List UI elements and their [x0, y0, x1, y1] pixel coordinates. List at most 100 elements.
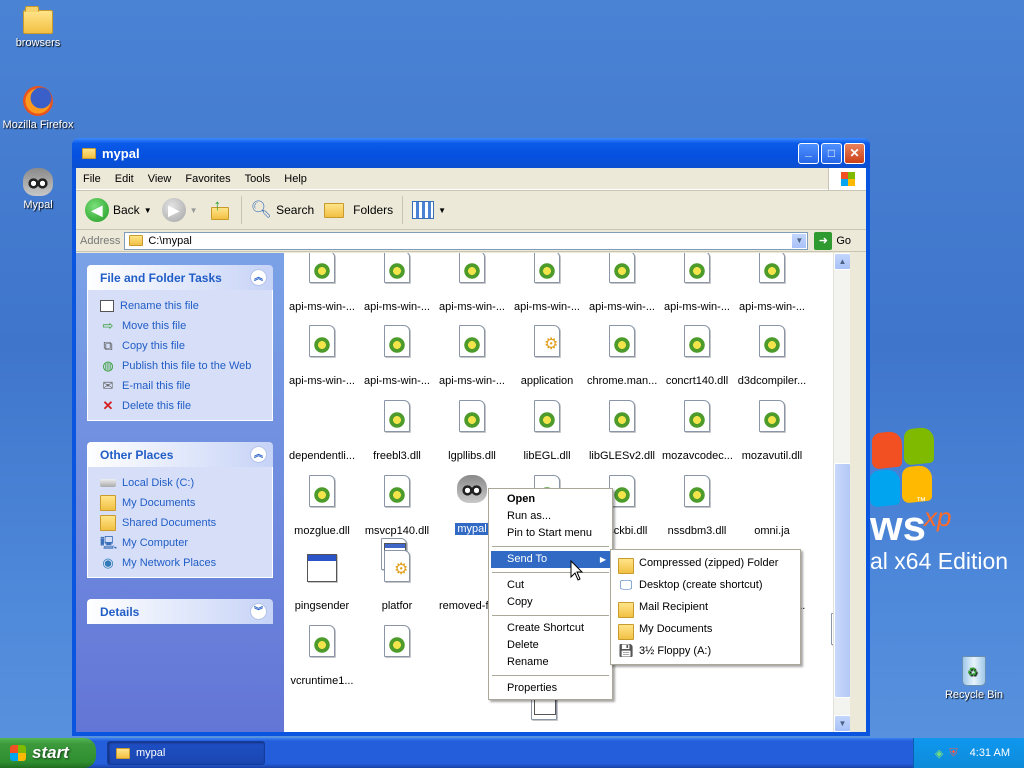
- file-item[interactable]: lgpllibs.dll: [435, 400, 509, 462]
- address-dropdown-button[interactable]: ▼: [791, 232, 808, 249]
- file-item[interactable]: api-ms-win-...: [585, 253, 659, 313]
- network-tray-icon[interactable]: ◈: [935, 747, 943, 760]
- sendto-zip[interactable]: Compressed (zipped) Folder: [613, 552, 798, 574]
- title-bar[interactable]: mypal _ □ ✕: [72, 138, 870, 168]
- file-item[interactable]: api-ms-win-...: [360, 253, 434, 313]
- task-copy[interactable]: ⧉ Copy this file: [100, 336, 272, 356]
- scroll-thumb[interactable]: [834, 463, 850, 698]
- file-item[interactable]: libEGL.dll: [510, 400, 584, 462]
- file-item[interactable]: dependentli...: [285, 400, 407, 570]
- sendto-my-documents[interactable]: My Documents: [613, 618, 798, 640]
- panel-header[interactable]: File and Folder Tasks ︽: [87, 265, 273, 290]
- file-item[interactable]: api-ms-win-...: [285, 325, 359, 387]
- file-item[interactable]: api-ms-win-...: [735, 253, 809, 313]
- menu-send-to[interactable]: Send To ▶: [491, 551, 610, 568]
- collapse-chevron-icon[interactable]: ︽: [250, 446, 267, 463]
- file-item[interactable]: libGLESv2.dll: [585, 400, 659, 462]
- collapse-chevron-icon[interactable]: ︽: [250, 269, 267, 286]
- menu-copy[interactable]: Copy: [491, 594, 610, 611]
- file-item[interactable]: api-ms-win-...: [285, 253, 359, 313]
- sendto-desktop[interactable]: 🖵 Desktop (create shortcut): [613, 574, 798, 596]
- clock[interactable]: 4:31 AM: [970, 747, 1010, 759]
- file-item[interactable]: api-ms-win-...: [435, 325, 509, 387]
- file-item[interactable]: api-ms-win-...: [660, 253, 734, 313]
- menu-open[interactable]: Open: [491, 491, 610, 508]
- folder-icon: [23, 6, 53, 34]
- menu-view[interactable]: View: [141, 173, 179, 185]
- menu-properties[interactable]: Properties: [491, 680, 610, 697]
- file-item[interactable]: mozavcodec...: [660, 400, 734, 462]
- maximize-button[interactable]: □: [821, 143, 842, 164]
- up-button[interactable]: ↑: [205, 196, 235, 224]
- panel-header[interactable]: Other Places ︽: [87, 442, 273, 467]
- back-button[interactable]: ◀ Back ▼: [82, 196, 155, 224]
- place-shared-documents[interactable]: Shared Documents: [100, 513, 272, 533]
- wallpaper-text-xp: xp: [924, 502, 952, 532]
- sendto-floppy[interactable]: 💾︎ 3½ Floppy (A:): [613, 640, 798, 662]
- file-item[interactable]: omni.ja: [735, 475, 850, 645]
- menu-cut[interactable]: Cut: [491, 577, 610, 594]
- file-item[interactable]: freebl3.dll: [360, 400, 434, 462]
- menu-edit[interactable]: Edit: [108, 173, 141, 185]
- file-item[interactable]: api-ms-win-...: [510, 253, 584, 313]
- file-item[interactable]: application: [510, 325, 584, 387]
- dll-file-icon: [384, 325, 410, 357]
- file-item[interactable]: d3dcompiler...: [735, 325, 809, 387]
- desktop-icon-firefox[interactable]: Mozilla Firefox: [0, 86, 76, 131]
- taskbar-item-mypal[interactable]: mypal: [107, 741, 265, 765]
- task-move[interactable]: ⇨ Move this file: [100, 316, 272, 336]
- expand-chevron-icon[interactable]: ︾: [250, 603, 267, 620]
- file-item[interactable]: nssdbm3.dll: [660, 475, 734, 537]
- file-item[interactable]: mozglue.dll: [285, 475, 359, 537]
- close-button[interactable]: ✕: [844, 143, 865, 164]
- task-delete[interactable]: ✕ Delete this file: [100, 396, 272, 416]
- file-label: mozavcodec...: [662, 450, 733, 462]
- file-item[interactable]: msvcp140.dll: [360, 475, 434, 537]
- place-my-documents[interactable]: My Documents: [100, 493, 272, 513]
- desktop-icon-mypal[interactable]: Mypal: [0, 168, 76, 211]
- desktop-icon-recycle-bin[interactable]: ♻ Recycle Bin: [936, 656, 1012, 701]
- file-item[interactable]: pingsender: [285, 550, 359, 612]
- file-item[interactable]: mozavutil.dll: [735, 400, 809, 462]
- forward-arrow-icon: ▶: [161, 198, 186, 222]
- scroll-up-button[interactable]: ▲: [834, 253, 850, 270]
- menu-delete[interactable]: Delete: [491, 637, 610, 654]
- file-item[interactable]: vcruntime1...: [285, 625, 359, 687]
- place-my-network[interactable]: ◉ My Network Places: [100, 553, 272, 573]
- file-item[interactable]: [360, 625, 434, 687]
- task-email[interactable]: ✉ E-mail this file: [100, 376, 272, 396]
- menu-favorites[interactable]: Favorites: [178, 173, 237, 185]
- menu-file[interactable]: File: [76, 173, 108, 185]
- views-button[interactable]: ▼: [409, 199, 449, 221]
- sendto-mail[interactable]: Mail Recipient: [613, 596, 798, 618]
- menu-create-shortcut[interactable]: Create Shortcut: [491, 620, 610, 637]
- file-item[interactable]: chrome.man...: [585, 325, 659, 387]
- address-input[interactable]: C:\mypal ▼: [124, 231, 809, 250]
- search-button[interactable]: 🔍︎ Search: [248, 198, 318, 222]
- file-item[interactable]: concrt140.dll: [660, 325, 734, 387]
- menu-help[interactable]: Help: [277, 173, 314, 185]
- dll-file-icon: [609, 400, 635, 432]
- menu-tools[interactable]: Tools: [238, 173, 278, 185]
- file-item[interactable]: platfor: [360, 550, 434, 612]
- task-publish[interactable]: ◍ Publish this file to the Web: [100, 356, 272, 376]
- desktop-icon-browsers[interactable]: browsers: [0, 6, 76, 49]
- scroll-down-button[interactable]: ▼: [834, 715, 850, 732]
- task-rename[interactable]: Rename this file: [100, 296, 272, 316]
- menu-pin-start[interactable]: Pin to Start menu: [491, 525, 610, 542]
- start-button[interactable]: start: [0, 738, 96, 768]
- folders-button[interactable]: Folders: [321, 201, 396, 220]
- place-local-disk[interactable]: Local Disk (C:): [100, 473, 272, 493]
- place-my-computer[interactable]: 🖳 My Computer: [100, 533, 272, 553]
- minimize-button[interactable]: _: [798, 143, 819, 164]
- panel-header[interactable]: Details ︾: [87, 599, 273, 624]
- file-item[interactable]: api-ms-win-...: [435, 253, 509, 313]
- file-label: api-ms-win-...: [513, 301, 580, 313]
- file-item[interactable]: api-ms-win-...: [360, 325, 434, 387]
- menu-run-as[interactable]: Run as...: [491, 508, 610, 525]
- menu-rename[interactable]: Rename: [491, 654, 610, 671]
- vertical-scrollbar[interactable]: ▲ ▼: [833, 253, 850, 732]
- forward-button[interactable]: ▶ ▼: [159, 196, 201, 224]
- go-button[interactable]: ➜ Go: [814, 231, 851, 250]
- security-shield-icon[interactable]: ⛨: [949, 747, 957, 760]
